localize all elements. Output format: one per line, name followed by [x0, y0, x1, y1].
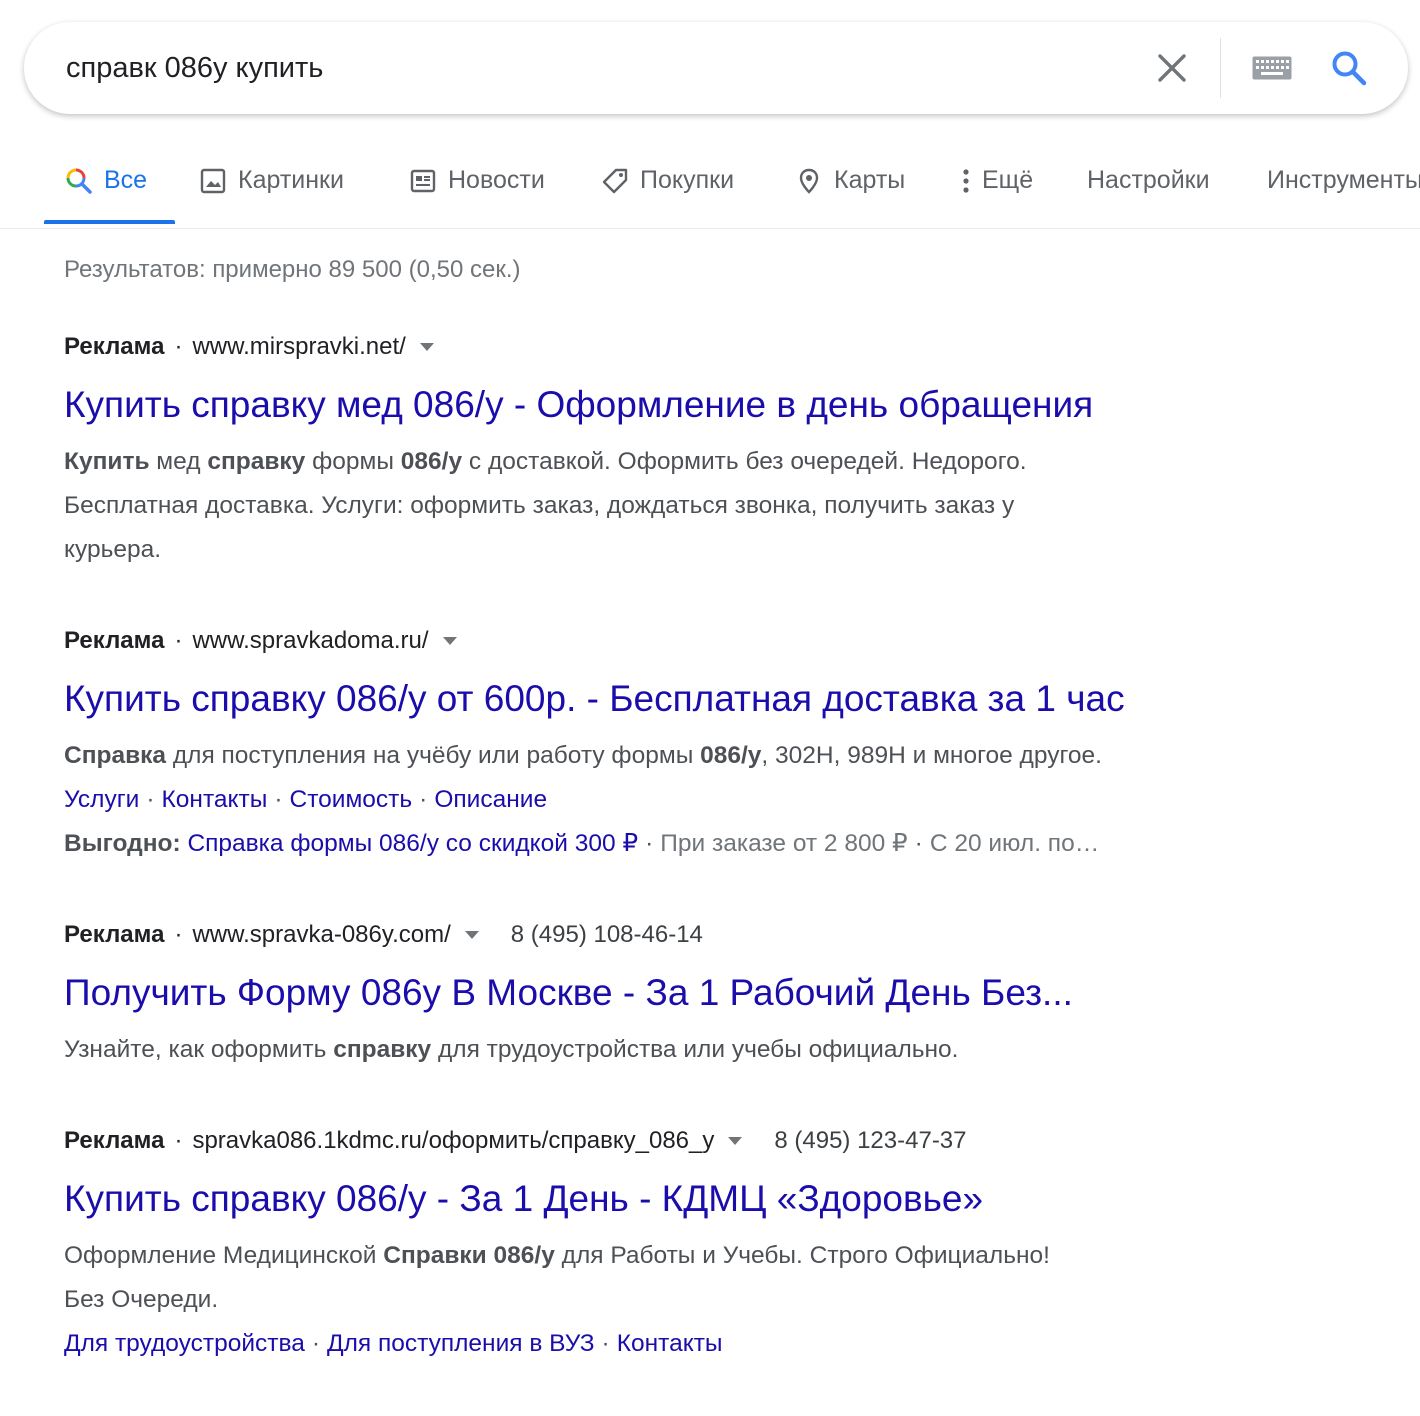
- sitelink[interactable]: Контакты: [617, 1330, 723, 1357]
- search-bar: [24, 22, 1408, 114]
- promo-label: Выгодно:: [64, 830, 181, 857]
- ad-description: Купить мед справку формы 086/у с доставк…: [64, 440, 1294, 572]
- image-icon: [198, 166, 228, 196]
- tab-tools[interactable]: Инструменты: [1267, 150, 1420, 228]
- dropdown-caret-icon[interactable]: [442, 637, 457, 645]
- ad-sitelinks: Услуги · Контакты · Стоимость · Описание: [64, 786, 548, 813]
- description-text: мед: [149, 448, 208, 475]
- description-text: Узнайте, как оформить: [64, 1036, 334, 1063]
- map-pin-icon: [794, 166, 824, 196]
- sitelink[interactable]: Для поступления в ВУЗ: [327, 1330, 595, 1357]
- dropdown-caret-icon[interactable]: [419, 343, 434, 351]
- sitelink[interactable]: Стоимость: [290, 786, 413, 813]
- promo-detail: При заказе от 2 800 ₽: [660, 830, 908, 857]
- ad-url: www.spravka-086y.com/: [192, 921, 451, 948]
- ad-url: www.mirspravki.net/: [192, 333, 406, 360]
- tab-label: Карты: [834, 166, 906, 194]
- tab-label: Ещё: [982, 166, 1034, 194]
- description-text: для Работы и Учебы. Строго Официально!: [554, 1242, 1050, 1269]
- tag-icon: [600, 166, 630, 196]
- ad-promotion: Выгодно: Справка формы 086/у со скидкой …: [64, 830, 1100, 857]
- ad-header: Реклама · www.spravka-086y.com/ 8 (495) …: [64, 918, 1294, 952]
- ad-url: spravka086.1kdmc.ru/оформить/справку_086…: [192, 1127, 715, 1154]
- description-text: Оформление Медицинской: [64, 1242, 384, 1269]
- ad-result: Реклама · www.spravkadoma.ru/ Купить спр…: [64, 624, 1294, 866]
- sitelink[interactable]: Услуги: [64, 786, 139, 813]
- search-tabs: Все Картинки Новости Покупки Карты Ещё Н…: [0, 150, 1420, 229]
- news-icon: [408, 166, 438, 196]
- tab-images[interactable]: Картинки: [198, 150, 344, 228]
- description-text: с доставкой. Оформить без очередей. Недо…: [462, 448, 1027, 475]
- ad-description: Оформление Медицинской Справки 086/у для…: [64, 1234, 1294, 1322]
- separator-dot: ·: [174, 627, 183, 654]
- description-text: Бесплатная доставка. Услуги: оформить за…: [64, 492, 1015, 519]
- ad-label: Реклама: [64, 627, 165, 654]
- tab-all[interactable]: Все: [64, 150, 147, 228]
- tab-label: Новости: [448, 166, 545, 194]
- ad-phone[interactable]: 8 (495) 123-47-37: [774, 1124, 966, 1158]
- dropdown-caret-icon[interactable]: [464, 931, 479, 939]
- separator-dot: ·: [174, 333, 183, 360]
- highlighted-term: Справки 086/у: [383, 1242, 555, 1269]
- search-divider: [1220, 38, 1221, 98]
- sitelink[interactable]: Для трудоустройства: [64, 1330, 305, 1357]
- tab-label: Покупки: [640, 166, 735, 194]
- ad-result: Реклама · www.mirspravki.net/ Купить спр…: [64, 330, 1294, 572]
- separator-dot: ·: [174, 1127, 183, 1154]
- sitelink[interactable]: Контакты: [162, 786, 268, 813]
- ad-header: Реклама · spravka086.1kdmc.ru/оформить/с…: [64, 1124, 1294, 1158]
- promo-link[interactable]: Справка формы 086/у со скидкой 300 ₽: [187, 830, 638, 857]
- tab-label: Настройки: [1087, 166, 1210, 194]
- search-input[interactable]: [66, 44, 1126, 92]
- tab-maps[interactable]: Карты: [794, 150, 905, 228]
- ad-phone[interactable]: 8 (495) 108-46-14: [511, 918, 703, 952]
- ad-description: Справка для поступления на учёбу или раб…: [64, 734, 1294, 778]
- ad-sitelinks: Для трудоустройства · Для поступления в ВУ…: [64, 1330, 723, 1357]
- ad-header: Реклама · www.mirspravki.net/: [64, 330, 1294, 364]
- highlighted-term: справку: [207, 448, 306, 475]
- ad-header: Реклама · www.spravkadoma.ru/: [64, 624, 1294, 658]
- ad-title-link[interactable]: Купить справку 086/у - За 1 День - КДМЦ …: [64, 1176, 1294, 1222]
- tab-settings[interactable]: Настройки: [1087, 150, 1210, 228]
- description-text: Без Очереди.: [64, 1286, 219, 1313]
- description-text: для поступления на учёбу или работу форм…: [166, 742, 701, 769]
- promo-detail: С 20 июл. по…: [929, 830, 1100, 857]
- highlighted-term: 086/у: [400, 448, 463, 475]
- search-icon: [64, 166, 94, 196]
- separator-dot: ·: [174, 921, 183, 948]
- dropdown-caret-icon[interactable]: [728, 1137, 743, 1145]
- highlighted-term: справку: [333, 1036, 432, 1063]
- sitelink[interactable]: Описание: [434, 786, 547, 813]
- tab-more[interactable]: Ещё: [956, 150, 1033, 228]
- clear-icon[interactable]: [1150, 22, 1194, 114]
- ad-title-link[interactable]: Купить справку 086/у от 600р. - Бесплатн…: [64, 676, 1294, 722]
- result-stats: Результатов: примерно 89 500 (0,50 сек.): [64, 256, 521, 283]
- ad-label: Реклама: [64, 333, 165, 360]
- tab-news[interactable]: Новости: [408, 150, 545, 228]
- tab-label: Картинки: [238, 166, 344, 194]
- keyboard-icon[interactable]: [1246, 22, 1298, 114]
- ad-description: Узнайте, как оформить справку для трудоу…: [64, 1028, 1294, 1072]
- active-tab-indicator: [44, 220, 175, 224]
- ad-label: Реклама: [64, 921, 165, 948]
- description-text: , 302Н, 989Н и многое другое.: [761, 742, 1102, 769]
- description-text: формы: [305, 448, 401, 475]
- more-vert-icon: [956, 166, 976, 196]
- ad-result: Реклама · spravka086.1kdmc.ru/оформить/с…: [64, 1124, 1294, 1366]
- ad-title-link[interactable]: Получить Форму 086у В Москве - За 1 Рабо…: [64, 970, 1294, 1016]
- ad-result: Реклама · www.spravka-086y.com/ 8 (495) …: [64, 918, 1294, 1072]
- highlighted-term: Справка: [64, 742, 167, 769]
- description-text: для трудоустройства или учебы официально…: [431, 1036, 959, 1063]
- highlighted-term: Купить: [64, 448, 150, 475]
- highlighted-term: 086/у: [700, 742, 762, 769]
- ad-title-link[interactable]: Купить справку мед 086/у - Оформление в …: [64, 382, 1294, 428]
- description-text: курьера.: [64, 536, 162, 563]
- ad-url: www.spravkadoma.ru/: [192, 627, 429, 654]
- tab-label: Все: [104, 166, 148, 194]
- ad-label: Реклама: [64, 1127, 165, 1154]
- tab-shopping[interactable]: Покупки: [600, 150, 734, 228]
- tab-label: Инструменты: [1267, 166, 1420, 194]
- search-icon[interactable]: [1324, 22, 1374, 114]
